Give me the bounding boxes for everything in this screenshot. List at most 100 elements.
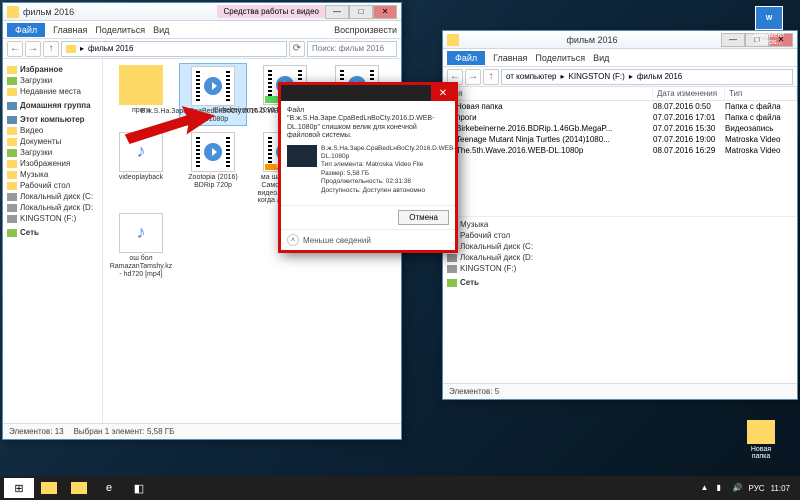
file-label: ош бол RamazanTamshy.kz - hd720 [mp4] xyxy=(109,255,173,278)
sidebar-pictures[interactable]: Изображения xyxy=(3,158,102,169)
word-icon: W xyxy=(755,6,783,30)
sidebar-kingston[interactable]: KINGSTON (F:) xyxy=(3,213,102,224)
maximize-button[interactable]: □ xyxy=(349,5,373,19)
tab-share[interactable]: Поделиться xyxy=(95,25,145,35)
minimize-button[interactable]: — xyxy=(721,33,745,47)
status-count: Элементов: 13 xyxy=(9,427,64,436)
nav-back-button[interactable]: ← xyxy=(7,41,23,57)
sidebar-thispc[interactable]: Этот компьютер xyxy=(3,114,102,125)
annotation-arrow xyxy=(120,100,215,150)
col-type[interactable]: Тип xyxy=(725,87,797,100)
search-input[interactable] xyxy=(307,41,397,57)
nav-up-button[interactable]: ↑ xyxy=(483,69,499,85)
nav-forward-button[interactable]: → xyxy=(25,41,41,57)
cancel-button[interactable]: Отмена xyxy=(398,210,449,225)
nav-row: ← → ↑ ▸ фильм 2016 ⟳ xyxy=(3,39,401,59)
sidebar-favorites[interactable]: Избранное xyxy=(3,64,102,75)
folder-icon xyxy=(7,6,19,18)
titlebar[interactable]: фильм 2016 — □ ✕ xyxy=(443,31,797,49)
shortcut-label: Документ Micros... xyxy=(750,32,788,46)
file-thumbnail xyxy=(287,145,317,167)
sidebar: Избранное Загрузки Недавние места Домашн… xyxy=(3,59,103,423)
files-pane[interactable]: Имя Дата изменения Тип Новая папка08.07.… xyxy=(443,87,797,383)
sidebar-drive-c[interactable]: Локальный диск (C: xyxy=(3,191,102,202)
sidebar-drive-d[interactable]: Локальный диск (D: xyxy=(3,202,102,213)
statusbar: Элементов: 5 xyxy=(443,383,797,399)
system-tray[interactable]: ▲ ▮ 🔊 РУС 11:07 xyxy=(695,483,796,493)
sidebar-kingston[interactable]: KINGSTON (F:) xyxy=(443,263,797,274)
status-selection: Выбран 1 элемент: 5,58 ГБ xyxy=(74,427,175,436)
sidebar-bottom: Музыка Рабочий стол Локальный диск (C: Л… xyxy=(443,216,797,290)
statusbar: Элементов: 13 Выбран 1 элемент: 5,58 ГБ xyxy=(3,423,401,439)
close-icon[interactable]: ✕ xyxy=(431,85,455,101)
list-item[interactable]: Teenage Mutant Ninja Turtles (2014)1080.… xyxy=(443,134,797,145)
list-item[interactable]: проги07.07.2016 17:01Папка с файла xyxy=(443,112,797,123)
tab-share[interactable]: Поделиться xyxy=(535,53,585,63)
desktop-folder[interactable]: Новая папка xyxy=(742,420,780,460)
sidebar-desktop[interactable]: Рабочий стол xyxy=(443,230,797,241)
sidebar-downloads[interactable]: Загрузки xyxy=(3,75,102,86)
sidebar-desktop[interactable]: Рабочий стол xyxy=(3,180,102,191)
sidebar-drive-d[interactable]: Локальный диск (D: xyxy=(443,252,797,263)
tray-icon[interactable]: ▲ xyxy=(701,483,711,493)
tab-home[interactable]: Главная xyxy=(493,53,527,63)
column-headers[interactable]: Имя Дата изменения Тип xyxy=(443,87,797,101)
folder-icon xyxy=(71,482,87,494)
clock[interactable]: 11:07 xyxy=(771,484,790,493)
sidebar-downloads2[interactable]: Загрузки xyxy=(3,147,102,158)
col-date[interactable]: Дата изменения xyxy=(653,87,725,100)
sidebar-network[interactable]: Сеть xyxy=(3,227,102,238)
tab-file[interactable]: Файл xyxy=(447,51,485,65)
address-bar[interactable]: от компьютер▸ KINGSTON (F:)▸ фильм 2016 xyxy=(501,69,793,85)
language-indicator[interactable]: РУС xyxy=(749,484,765,493)
sidebar-video[interactable]: Видео xyxy=(3,125,102,136)
sidebar-music[interactable]: Музыка xyxy=(3,169,102,180)
list-item[interactable]: Birkebeinerne.2016.BDRip.1.46Gb.MegaP...… xyxy=(443,123,797,134)
sidebar-recent[interactable]: Недавние места xyxy=(3,86,102,97)
folder-icon xyxy=(66,45,76,53)
tab-view[interactable]: Вид xyxy=(153,25,169,35)
taskbar-app[interactable]: ◧ xyxy=(124,478,154,498)
file-thumbnail: ♪ xyxy=(119,213,163,253)
sidebar-network[interactable]: Сеть xyxy=(443,277,797,288)
network-icon[interactable]: ▮ xyxy=(717,483,727,493)
crumb[interactable]: KINGSTON (F:) xyxy=(569,72,625,81)
tab-view[interactable]: Вид xyxy=(593,53,609,63)
taskbar-explorer[interactable] xyxy=(34,478,64,498)
ribbon-tabs: Файл Главная Поделиться Вид Воспроизвест… xyxy=(3,21,401,39)
col-name[interactable]: Имя xyxy=(443,87,653,100)
crumb[interactable]: от компьютер xyxy=(506,72,557,81)
start-button[interactable]: ⊞ xyxy=(4,478,34,498)
minimize-button[interactable]: — xyxy=(325,5,349,19)
sidebar-documents[interactable]: Документы xyxy=(3,136,102,147)
fewer-details-toggle[interactable]: ˄ Меньше сведений xyxy=(281,229,455,250)
explorer-window-destination: фильм 2016 — □ ✕ Файл Главная Поделиться… xyxy=(442,30,798,400)
volume-icon[interactable]: 🔊 xyxy=(733,483,743,493)
tab-file[interactable]: Файл xyxy=(7,23,45,37)
close-button[interactable]: ✕ xyxy=(373,5,397,19)
titlebar[interactable]: фильм 2016 Средства работы с видео — □ ✕ xyxy=(3,3,401,21)
desktop-shortcut-word[interactable]: W Документ Micros... xyxy=(750,6,788,46)
chevron-up-icon: ˄ xyxy=(287,234,299,246)
sidebar-drive-c[interactable]: Локальный диск (C: xyxy=(443,241,797,252)
refresh-button[interactable]: ⟳ xyxy=(289,41,305,57)
folder-icon xyxy=(447,34,459,46)
shortcut-label: Новая папка xyxy=(742,446,780,460)
nav-up-button[interactable]: ↑ xyxy=(43,41,59,57)
sidebar-homegroup[interactable]: Домашняя группа xyxy=(3,100,102,111)
nav-forward-button[interactable]: → xyxy=(465,69,481,85)
list-item[interactable]: The.5th.Wave.2016.WEB-DL.1080p08.07.2016… xyxy=(443,145,797,156)
file-item[interactable]: ♪ош бол RamazanTamshy.kz - hd720 [mp4] xyxy=(107,211,175,280)
status-count: Элементов: 5 xyxy=(449,387,499,396)
sidebar-music[interactable]: Музыка xyxy=(443,219,797,230)
taskbar-browser[interactable]: e xyxy=(94,478,124,498)
tab-home[interactable]: Главная xyxy=(53,25,87,35)
list-item[interactable]: Новая папка08.07.2016 0:50Папка с файла xyxy=(443,101,797,112)
tab-play[interactable]: Воспроизвести xyxy=(334,25,397,35)
file-info: В.ж.S.Ha.Зape.CpaBedLнBoCty.2016.D.WEB-D… xyxy=(321,145,456,196)
ribbon-context-tab[interactable]: Средства работы с видео xyxy=(217,5,325,18)
crumb[interactable]: фильм 2016 xyxy=(637,72,682,81)
address-bar[interactable]: ▸ фильм 2016 xyxy=(61,41,287,57)
taskbar-explorer[interactable] xyxy=(64,478,94,498)
dialog-titlebar[interactable]: ✕ xyxy=(281,85,455,101)
